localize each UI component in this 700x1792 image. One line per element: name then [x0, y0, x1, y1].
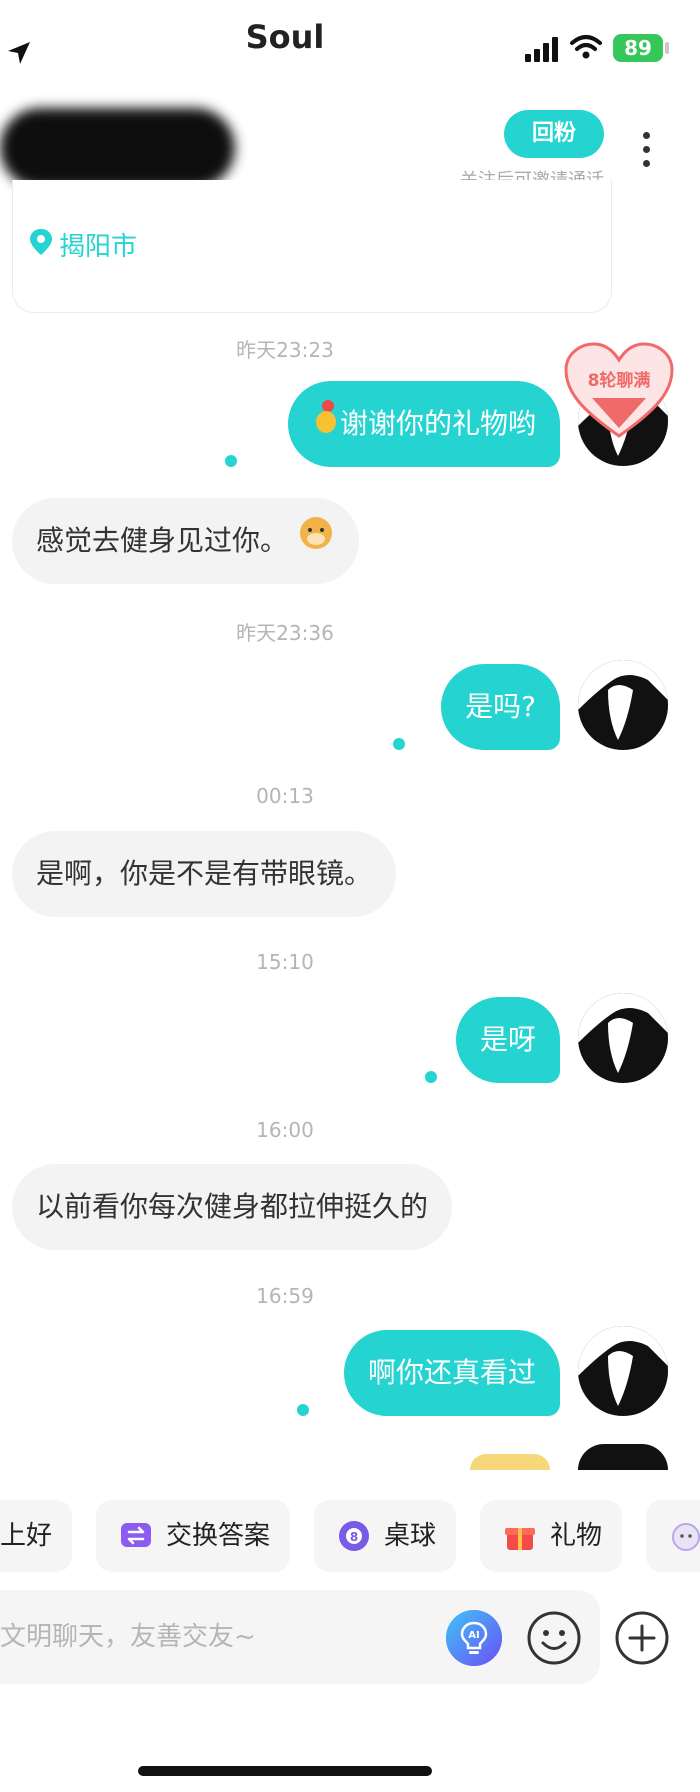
- quick-action-billiards[interactable]: 8 桌球: [314, 1500, 456, 1572]
- timestamp: 16:00: [256, 1118, 314, 1142]
- home-indicator[interactable]: [138, 1766, 432, 1776]
- plus-icon[interactable]: [614, 1610, 670, 1666]
- quick-action-label: 上好: [0, 1521, 53, 1551]
- wifi-icon: [570, 35, 602, 59]
- message-text: 是啊，你是不是有带眼镜。: [36, 857, 373, 890]
- svg-text:8: 8: [350, 1530, 358, 1544]
- smile-icon[interactable]: [526, 1610, 582, 1666]
- cat-icon: [672, 1523, 700, 1551]
- quick-action-label: 桌球: [384, 1521, 437, 1551]
- input-placeholder: 文明聊天，友善交友~: [0, 1622, 256, 1652]
- message-bubble-in[interactable]: 以前看你每次健身都拉伸挺久的: [12, 1164, 453, 1250]
- ai-icon[interactable]: AI: [446, 1610, 502, 1666]
- city-text: 揭阳市: [59, 232, 138, 262]
- quick-action-label: 礼物: [550, 1521, 603, 1551]
- message-text: 感觉去健身见过你。: [36, 524, 289, 557]
- avatar-image[interactable]: [578, 1444, 668, 1470]
- message-bubble-out[interactable]: 啊你还真看过: [343, 1330, 560, 1416]
- sent-dot: [297, 1404, 309, 1416]
- message-bubble-in[interactable]: 是啊，你是不是有带眼镜。: [12, 831, 397, 917]
- follow-back-button[interactable]: 回粉: [504, 110, 604, 158]
- battery-icon: 89: [613, 34, 663, 62]
- gift-icon: [505, 1528, 535, 1550]
- message-text: 是吗?: [465, 690, 536, 723]
- battery-tip: [665, 42, 669, 54]
- sent-dot: [225, 455, 237, 467]
- swap-icon: [121, 1523, 151, 1547]
- city-label: 揭阳市: [30, 226, 138, 263]
- app-name: Soul: [245, 18, 325, 56]
- partial-sticker: [470, 1454, 550, 1470]
- sent-dot: [425, 1071, 437, 1083]
- timestamp: 16:59: [256, 1284, 314, 1308]
- quick-action-swap-answers[interactable]: 交换答案: [96, 1500, 290, 1572]
- avatar-image[interactable]: [578, 660, 668, 750]
- message-bubble-out[interactable]: 是呀: [455, 997, 560, 1083]
- message-text: 是呀: [479, 1023, 536, 1056]
- battery-level: 89: [624, 36, 652, 60]
- timestamp: 15:10: [256, 950, 314, 974]
- signal-icon: [525, 37, 558, 62]
- timestamp: 00:13: [256, 784, 314, 808]
- message-bubble-out[interactable]: 谢谢你的礼物哟: [287, 381, 560, 468]
- message-text: 谢谢你的礼物哟: [339, 407, 536, 440]
- message-input[interactable]: 文明聊天，友善交友~: [0, 1590, 600, 1684]
- pin-icon: [30, 229, 52, 255]
- more-vertical-icon[interactable]: [640, 132, 652, 176]
- heart-badge-text: 8轮聊满: [588, 370, 651, 391]
- message-bubble-in[interactable]: 感觉去健身见过你。: [12, 498, 359, 584]
- status-bar: Soul 89: [0, 0, 700, 96]
- quick-action-bar: 上好 交换答案 8 桌球 礼物: [0, 1500, 700, 1572]
- billiards-icon: 8: [339, 1521, 369, 1551]
- message-bubble-out[interactable]: 是吗?: [441, 664, 560, 750]
- svg-text:AI: AI: [468, 1630, 479, 1641]
- message-text: 以前看你每次健身都拉伸挺久的: [36, 1190, 429, 1223]
- redacted-name: [0, 108, 235, 188]
- avatar-image[interactable]: [578, 1326, 668, 1416]
- timestamp: 昨天23:36: [236, 621, 334, 645]
- doge-emoji: [297, 499, 335, 585]
- profile-card: 揭阳市: [12, 180, 612, 313]
- message-text: 啊你还真看过: [367, 1356, 536, 1389]
- quick-action-gift[interactable]: 礼物: [480, 1500, 622, 1572]
- quick-action-label: 交换答案: [166, 1521, 271, 1551]
- timestamp: 昨天23:23: [236, 338, 334, 362]
- finger-heart-emoji: [312, 382, 340, 468]
- sent-dot: [393, 738, 405, 750]
- quick-action-greeting[interactable]: 上好: [0, 1500, 72, 1572]
- avatar-image[interactable]: [578, 993, 668, 1083]
- quick-action-more[interactable]: [646, 1500, 700, 1572]
- heart-badge-icon: 8轮聊满: [564, 342, 674, 438]
